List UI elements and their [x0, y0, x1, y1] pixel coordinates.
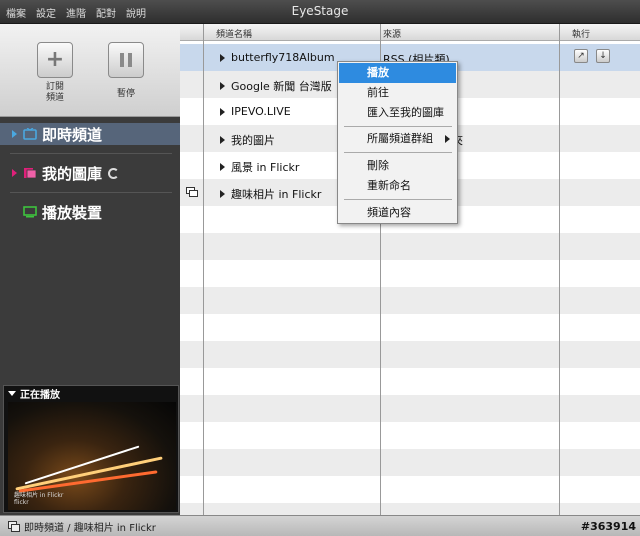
- submenu-arrow-icon: [445, 135, 450, 143]
- sidebar-item-label: 我的圖庫: [42, 164, 103, 183]
- download-button[interactable]: ↓: [596, 49, 610, 63]
- open-external-button[interactable]: ↗: [574, 49, 588, 63]
- divider: [10, 192, 172, 193]
- expand-arrow-icon[interactable]: [12, 169, 17, 177]
- subscribe-label: 訂閱 頻道: [45, 82, 64, 103]
- column-header-name[interactable]: 頻道名稱: [216, 27, 252, 40]
- empty-row: [180, 260, 640, 287]
- expand-triangle-icon[interactable]: [220, 107, 225, 116]
- pause-label: 暫停: [116, 89, 135, 99]
- sidebar-item-my-gallery[interactable]: 我的圖庫: [0, 162, 180, 184]
- empty-row: [180, 503, 640, 515]
- empty-row: [180, 287, 640, 314]
- collapse-triangle-icon[interactable]: [8, 390, 16, 396]
- empty-row: [180, 395, 640, 422]
- table-header: 頻道名稱 來源 執行: [180, 24, 640, 41]
- status-bar: 即時頻道 / 趣味相片 in Flickr #363914: [0, 515, 640, 536]
- gallery-icon: [24, 168, 37, 179]
- title-bar: 檔案 設定 進階 配對 說明 EyeStage: [0, 0, 640, 24]
- screenshot-id: #363914: [580, 520, 636, 533]
- column-header-action[interactable]: 執行: [572, 27, 590, 40]
- menu-item-delete[interactable]: 刪除: [339, 156, 456, 176]
- group-icon: [8, 521, 20, 532]
- empty-row: [180, 341, 640, 368]
- menu-item-go-to[interactable]: 前往: [339, 83, 456, 103]
- expand-arrow-icon[interactable]: [12, 130, 17, 138]
- app-title: EyeStage: [291, 4, 349, 18]
- empty-row: [180, 314, 640, 341]
- sidebar-item-playback-devices[interactable]: 播放裝置: [0, 201, 180, 223]
- pause-button[interactable]: [108, 42, 144, 78]
- menu-item-rename[interactable]: 重新命名: [339, 176, 456, 196]
- tv-icon: [23, 128, 37, 140]
- now-playing-panel: 正在播放 趣味相片 in Flickr flickr: [3, 385, 179, 513]
- column-divider: [559, 24, 560, 515]
- menu-item-play[interactable]: 播放: [339, 63, 456, 83]
- expand-triangle-icon[interactable]: [220, 190, 225, 198]
- expand-triangle-icon[interactable]: [220, 53, 225, 62]
- toolbar: + 訂閱 頻道 暫停: [0, 24, 180, 117]
- monitor-icon: [23, 206, 37, 218]
- divider: [10, 153, 172, 154]
- empty-row: [180, 422, 640, 449]
- column-header-source[interactable]: 來源: [383, 27, 401, 40]
- menu-item-channel-group[interactable]: 所屬頻道群組: [339, 129, 456, 149]
- sidebar: + 訂閱 頻道 暫停 即時頻道 我的圖庫 播放裝置 正在播放 趣味相片 in F…: [0, 24, 180, 515]
- menu-item-channel-content[interactable]: 頻道內容: [339, 203, 456, 223]
- expand-triangle-icon[interactable]: [220, 163, 225, 171]
- sidebar-item-live-channels[interactable]: 即時頻道: [0, 123, 180, 145]
- sidebar-item-label: 播放裝置: [42, 203, 103, 222]
- now-playing-title: 正在播放: [20, 389, 60, 401]
- menu-divider: [344, 199, 452, 200]
- now-playing-caption: 趣味相片 in Flickr flickr: [14, 492, 64, 506]
- empty-row: [180, 233, 640, 260]
- now-playing-image[interactable]: 趣味相片 in Flickr flickr: [8, 402, 176, 510]
- group-icon: [186, 187, 198, 197]
- empty-row: [180, 368, 640, 395]
- subscribe-button[interactable]: +: [37, 42, 73, 78]
- arrow-down-icon: ↓: [599, 51, 607, 61]
- context-menu: 播放 前往 匯入至我的圖庫 所屬頻道群組 刪除 重新命名 頻道內容: [337, 61, 458, 224]
- loading-spinner-icon: [108, 167, 120, 179]
- empty-row: [180, 476, 640, 503]
- expand-triangle-icon[interactable]: [220, 82, 225, 90]
- menu-divider: [344, 126, 452, 127]
- now-playing-header[interactable]: 正在播放: [4, 386, 178, 401]
- pause-icon: [120, 53, 132, 67]
- breadcrumb: 即時頻道 / 趣味相片 in Flickr: [24, 522, 156, 534]
- menu-divider: [344, 152, 452, 153]
- column-divider: [203, 24, 204, 515]
- empty-row: [180, 449, 640, 476]
- sidebar-item-label: 即時頻道: [42, 125, 103, 144]
- arrow-up-right-icon: ↗: [577, 51, 585, 61]
- menu-item-import-to-gallery[interactable]: 匯入至我的圖庫: [339, 103, 456, 123]
- expand-triangle-icon[interactable]: [220, 136, 225, 144]
- plus-icon: +: [45, 47, 65, 72]
